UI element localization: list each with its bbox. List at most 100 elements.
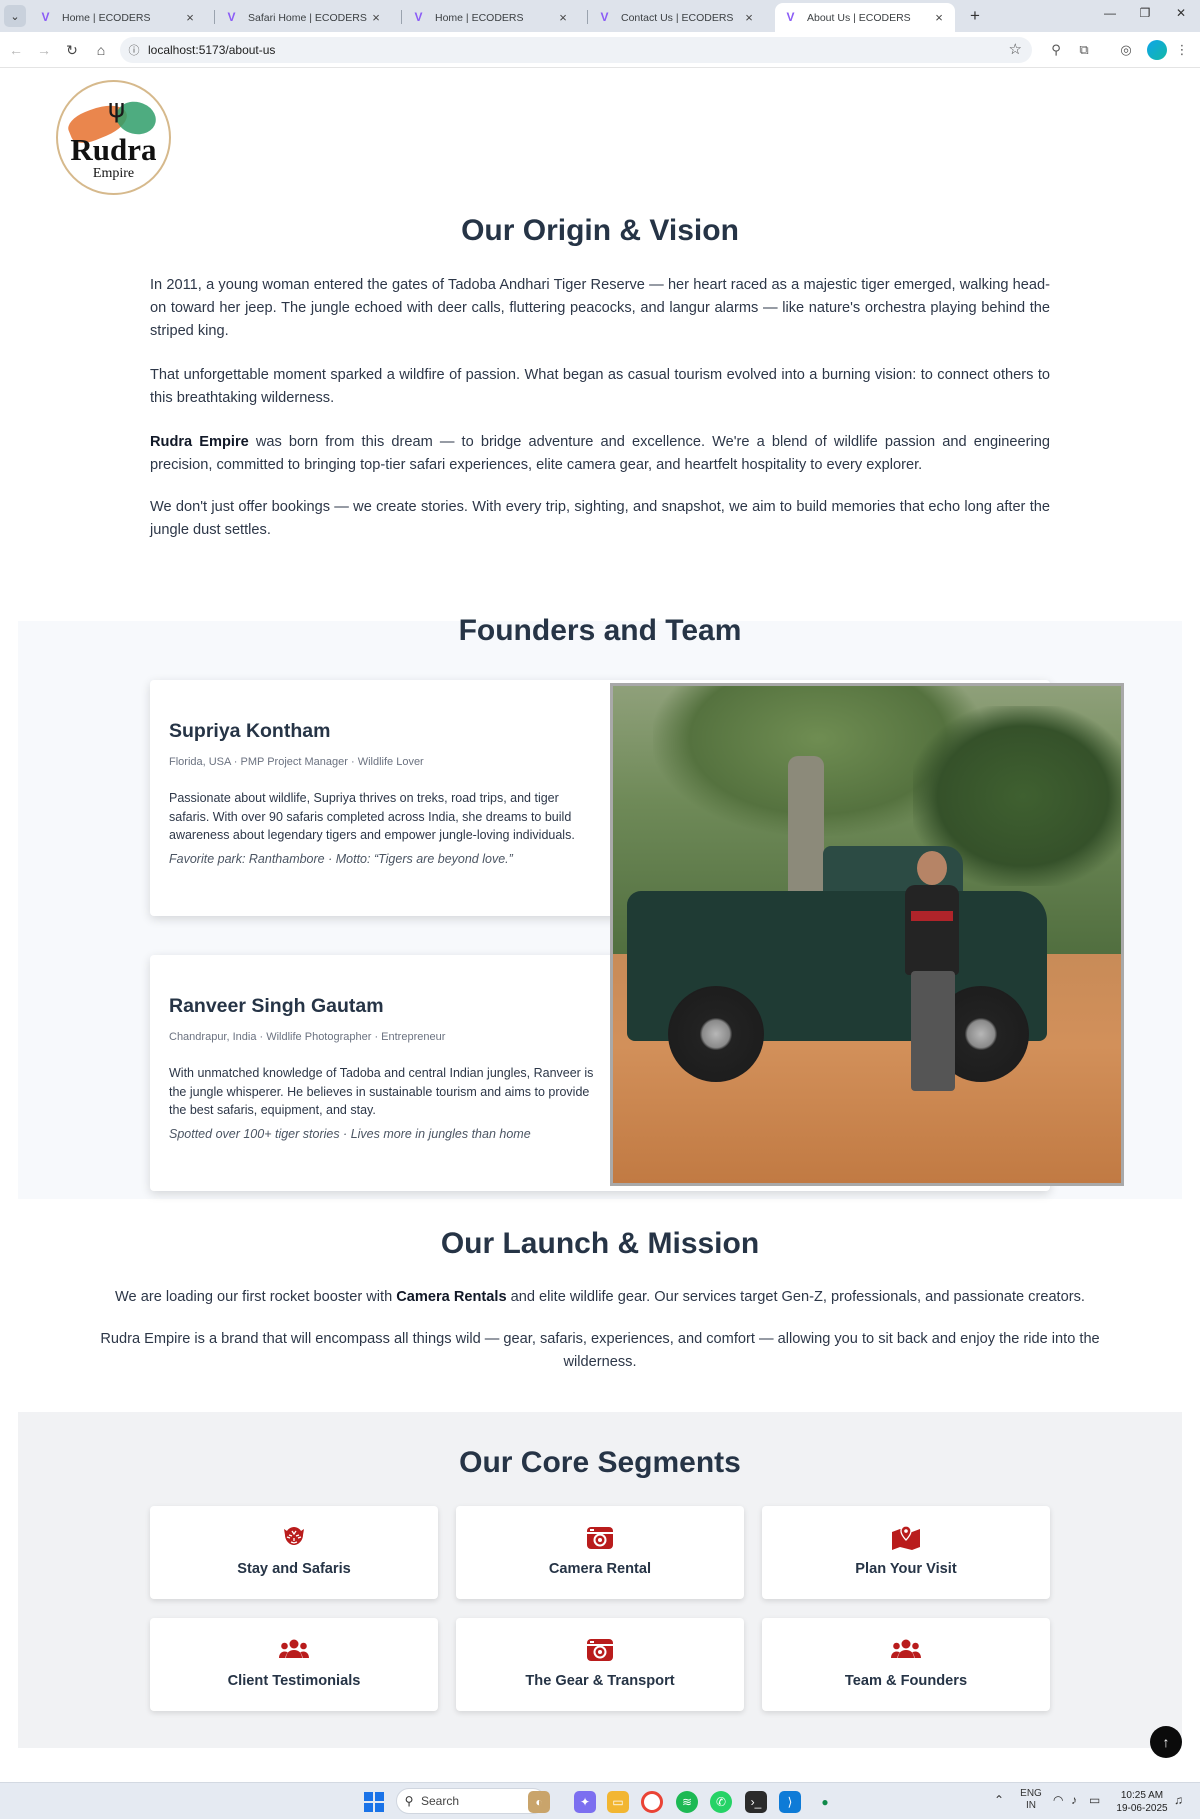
region-code: IN: [1026, 1800, 1036, 1811]
logo-subword: Empire: [92, 166, 135, 181]
terminal-icon[interactable]: ›_: [745, 1791, 767, 1813]
camera-icon: [456, 1524, 744, 1550]
copilot-icon[interactable]: ✦: [574, 1791, 596, 1813]
file-explorer-icon[interactable]: ▭: [607, 1791, 629, 1813]
origin-paragraph-1: In 2011, a young woman entered the gates…: [150, 277, 1050, 339]
zoom-search-icon[interactable]: ⚲: [1047, 41, 1065, 59]
tab-close-icon[interactable]: ×: [742, 10, 756, 25]
spotify-icon[interactable]: ≋: [676, 1791, 698, 1813]
bookmark-star-icon[interactable]: ☆: [1009, 40, 1022, 58]
restore-button[interactable]: ❐: [1128, 6, 1162, 20]
tab-close-icon[interactable]: ×: [932, 10, 946, 25]
clock-date: 19-06-2025: [1116, 1803, 1168, 1814]
origin-title: Our Origin & Vision: [461, 214, 739, 247]
profile-avatar[interactable]: [1147, 40, 1167, 60]
extensions-icon[interactable]: ⧉: [1075, 41, 1093, 59]
site-favicon-icon: V: [786, 10, 795, 24]
tab-home-2[interactable]: V Home | ECODERS ×: [403, 3, 579, 32]
widgets-icon[interactable]: ◐: [528, 1791, 550, 1813]
founder-meta: Florida, USA · PMP Project Manager · Wil…: [169, 756, 424, 768]
language-indicator[interactable]: ENG IN: [1018, 1788, 1044, 1812]
reload-icon[interactable]: ↻: [62, 40, 82, 60]
chrome-icon[interactable]: [641, 1791, 663, 1813]
origin-paragraph-4: We don't just offer bookings — we create…: [150, 499, 1050, 538]
battery-icon[interactable]: ▭: [1089, 1794, 1100, 1806]
volume-icon[interactable]: ♪: [1071, 1794, 1077, 1806]
site-info-icon[interactable]: ⓘ: [120, 42, 148, 58]
tab-divider: [587, 10, 588, 24]
home-icon[interactable]: ⌂: [91, 40, 111, 60]
users-icon: [762, 1636, 1050, 1662]
vscode-icon[interactable]: ⟩: [779, 1791, 801, 1813]
founders-title: Founders and Team: [458, 614, 742, 647]
tab-contact-us[interactable]: V Contact Us | ECODERS ×: [589, 3, 765, 32]
taskbar-search-box[interactable]: ⚲ Search: [396, 1788, 546, 1814]
browser-tab-bar: ⌄ V Home | ECODERS × V Safari Home | ECO…: [0, 0, 1200, 32]
segment-label: Plan Your Visit: [855, 1561, 957, 1577]
tab-search-button[interactable]: ⌄: [4, 5, 26, 27]
show-hidden-icons-icon[interactable]: ⌃: [994, 1794, 1004, 1806]
map-pin-icon: [762, 1524, 1050, 1550]
tiger-icon: [150, 1524, 438, 1550]
taskbar-clock[interactable]: 10:25 AM 19-06-2025: [1112, 1789, 1172, 1815]
segment-label: Team & Founders: [844, 1673, 968, 1689]
scroll-to-top-button[interactable]: ↑: [1150, 1726, 1182, 1758]
whatsapp-icon[interactable]: ✆: [710, 1791, 732, 1813]
segment-card-plan-visit[interactable]: Plan Your Visit: [762, 1506, 1050, 1599]
rudra-empire-logo[interactable]: ψ Rudra Empire: [56, 80, 171, 195]
forward-arrow-icon[interactable]: →: [34, 40, 54, 60]
tab-about-us[interactable]: V About Us | ECODERS ×: [775, 3, 955, 32]
site-favicon-icon: V: [227, 10, 236, 24]
minimize-button[interactable]: —: [1093, 6, 1127, 20]
os-taskbar: ⚲ Search ◐ ✦ ▭ ≋ ✆ ›_ ⟩ ● ⌃ ENG IN ◠ ♪ ▭…: [0, 1782, 1200, 1819]
camera-icon: [456, 1636, 744, 1662]
back-arrow-icon[interactable]: ←: [6, 40, 26, 60]
taskbar-search-label: Search: [421, 1794, 460, 1808]
segment-card-team-founders[interactable]: Team & Founders: [762, 1618, 1050, 1711]
photo-person-head: [917, 851, 947, 885]
photo-person-shirt-band: [911, 911, 953, 921]
site-favicon-icon: V: [41, 10, 50, 24]
new-tab-button[interactable]: +: [964, 5, 986, 27]
users-icon: [150, 1636, 438, 1662]
windows-start-button[interactable]: [364, 1792, 384, 1812]
tab-title: Safari Home | ECODERS: [248, 11, 367, 24]
wifi-icon[interactable]: ◠: [1053, 1794, 1063, 1806]
founder-bio: Passionate about wildlife, Supriya thriv…: [169, 791, 575, 842]
search-icon: ⚲: [404, 1794, 414, 1808]
founder-safari-photo: [610, 683, 1124, 1186]
mongodb-icon[interactable]: ●: [814, 1791, 836, 1813]
segment-card-testimonials[interactable]: Client Testimonials: [150, 1618, 438, 1711]
photo-person: [893, 851, 969, 1101]
page-viewport: ψ Rudra Empire Our Origin & Vision In 20…: [0, 68, 1200, 1782]
site-favicon-icon: V: [414, 10, 423, 24]
segment-card-stay-safaris[interactable]: Stay and Safaris: [150, 1506, 438, 1599]
reading-mode-icon[interactable]: ◎: [1117, 41, 1135, 59]
segment-label: Camera Rental: [548, 1561, 652, 1577]
browser-menu-icon[interactable]: ⋮: [1173, 41, 1191, 59]
founder-fun-fact: Spotted over 100+ tiger stories · Lives …: [169, 1127, 531, 1141]
origin-paragraph-3-text: was born from this dream — to bridge adv…: [150, 434, 1050, 473]
tab-home-1[interactable]: V Home | ECODERS ×: [30, 3, 206, 32]
segment-label: The Gear & Transport: [525, 1673, 675, 1689]
tab-divider: [214, 10, 215, 24]
address-bar[interactable]: ⓘ localhost:5173/about-us ☆: [120, 37, 1032, 63]
launch-title: Our Launch & Mission: [440, 1227, 760, 1260]
close-window-button[interactable]: ✕: [1164, 6, 1198, 20]
launch-paragraph-1: We are loading our first rocket booster …: [100, 1286, 1100, 1309]
segment-card-gear-transport[interactable]: The Gear & Transport: [456, 1618, 744, 1711]
founder-meta: Chandrapur, India · Wildlife Photographe…: [169, 1031, 446, 1043]
photo-jeep-wheel: [668, 986, 764, 1082]
tab-close-icon[interactable]: ×: [369, 10, 383, 25]
tab-close-icon[interactable]: ×: [183, 10, 197, 25]
segment-label: Client Testimonials: [227, 1673, 361, 1689]
clock-time: 10:25 AM: [1120, 1790, 1164, 1801]
notification-bell-icon[interactable]: ♫: [1174, 1794, 1183, 1806]
tab-safari-home[interactable]: V Safari Home | ECODERS ×: [216, 3, 392, 32]
tab-title: Home | ECODERS: [62, 11, 151, 24]
segment-card-camera-rental[interactable]: Camera Rental: [456, 1506, 744, 1599]
tab-divider: [401, 10, 402, 24]
segments-title: Our Core Segments: [459, 1446, 741, 1479]
segment-label: Stay and Safaris: [237, 1561, 351, 1577]
tab-close-icon[interactable]: ×: [556, 10, 570, 25]
